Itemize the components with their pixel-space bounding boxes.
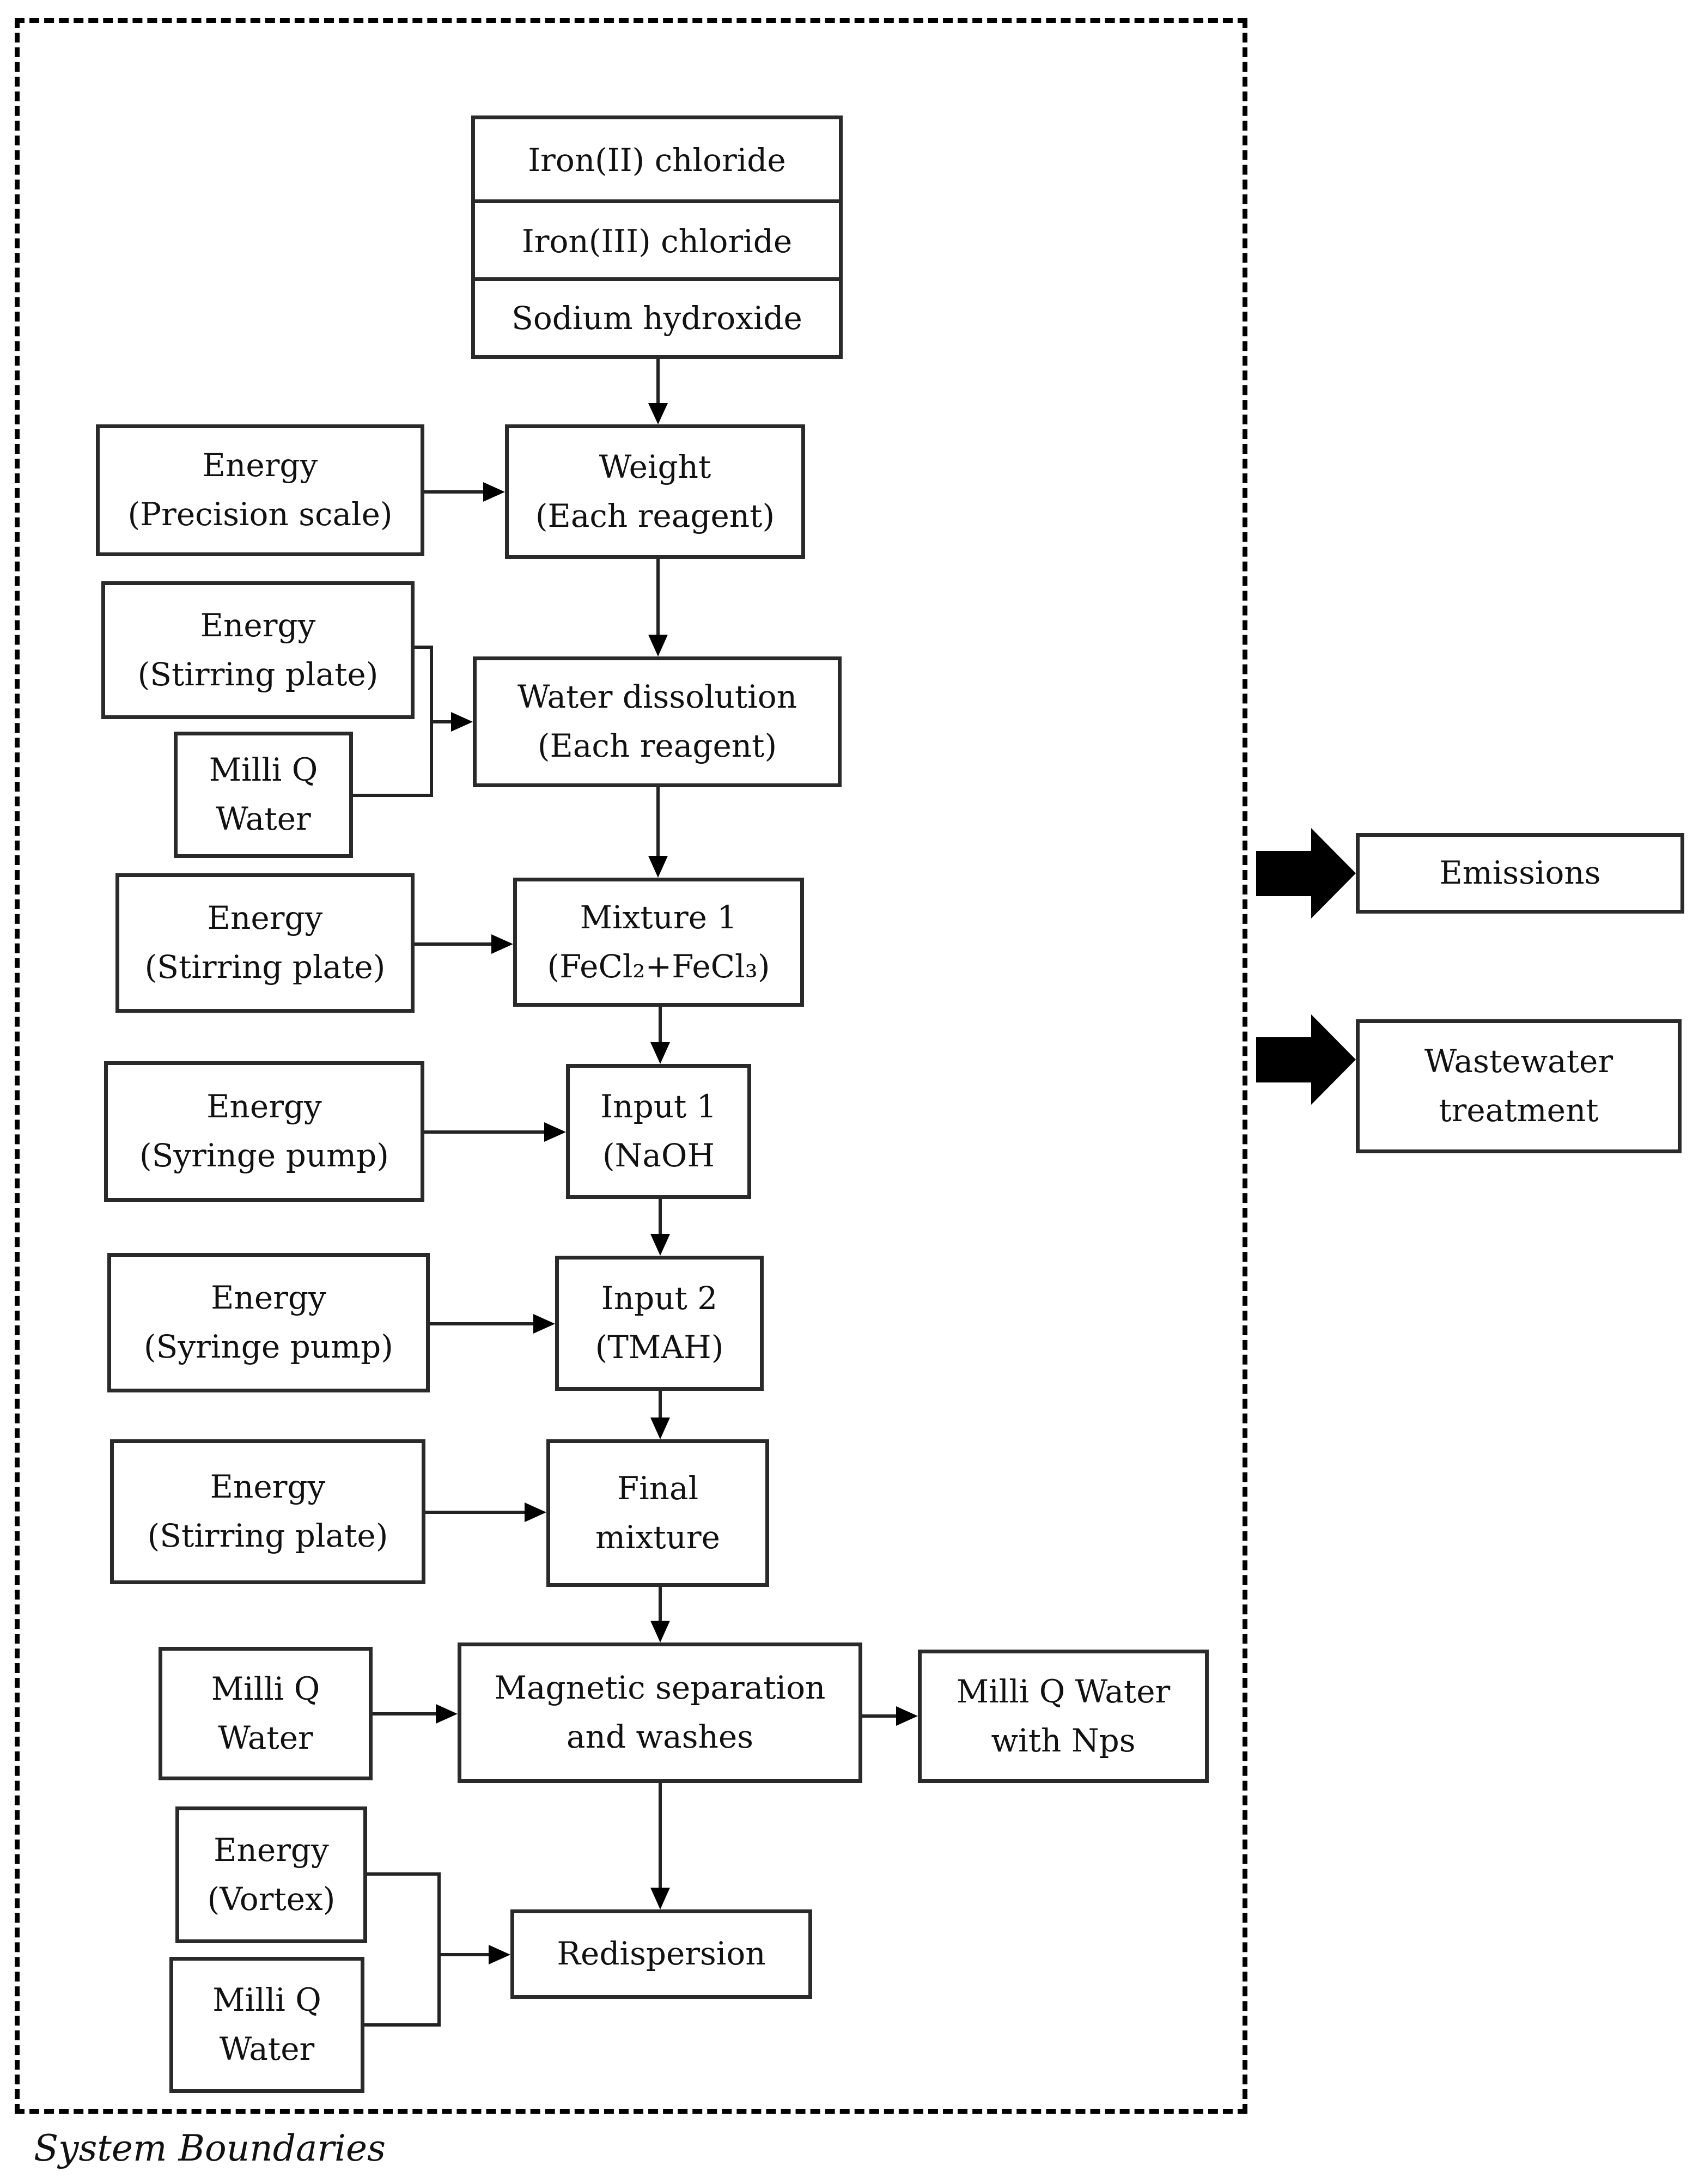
flow-merge-redispersion (364, 1872, 441, 2027)
arrowhead-right (483, 482, 505, 502)
arrowheads (436, 403, 1356, 1964)
arrowhead-right (533, 1314, 555, 1334)
arrowhead-down (648, 856, 668, 878)
arrowhead-down (650, 1234, 670, 1256)
arrowhead-right (544, 1122, 566, 1142)
arrowhead-right (896, 1706, 918, 1726)
arrowhead-down (650, 1888, 670, 1909)
arrowhead-down (650, 1418, 670, 1439)
block-arrow-wastewater (1256, 1014, 1356, 1105)
connectors (353, 359, 1356, 2027)
arrowhead-right (525, 1502, 546, 1522)
arrowhead-down (650, 1042, 670, 1064)
block-arrow-emissions (1256, 828, 1356, 918)
arrowhead-right (436, 1704, 458, 1724)
arrowhead-down (648, 403, 668, 424)
arrowhead-right (491, 934, 513, 954)
arrowhead-right (451, 712, 473, 732)
flow-merge-dissolution (353, 646, 433, 797)
system-boundaries-label: System Boundaries (34, 2127, 386, 2169)
arrowhead-down (648, 635, 668, 656)
arrowhead-down (650, 1621, 670, 1642)
arrowhead-right (489, 1945, 510, 1964)
